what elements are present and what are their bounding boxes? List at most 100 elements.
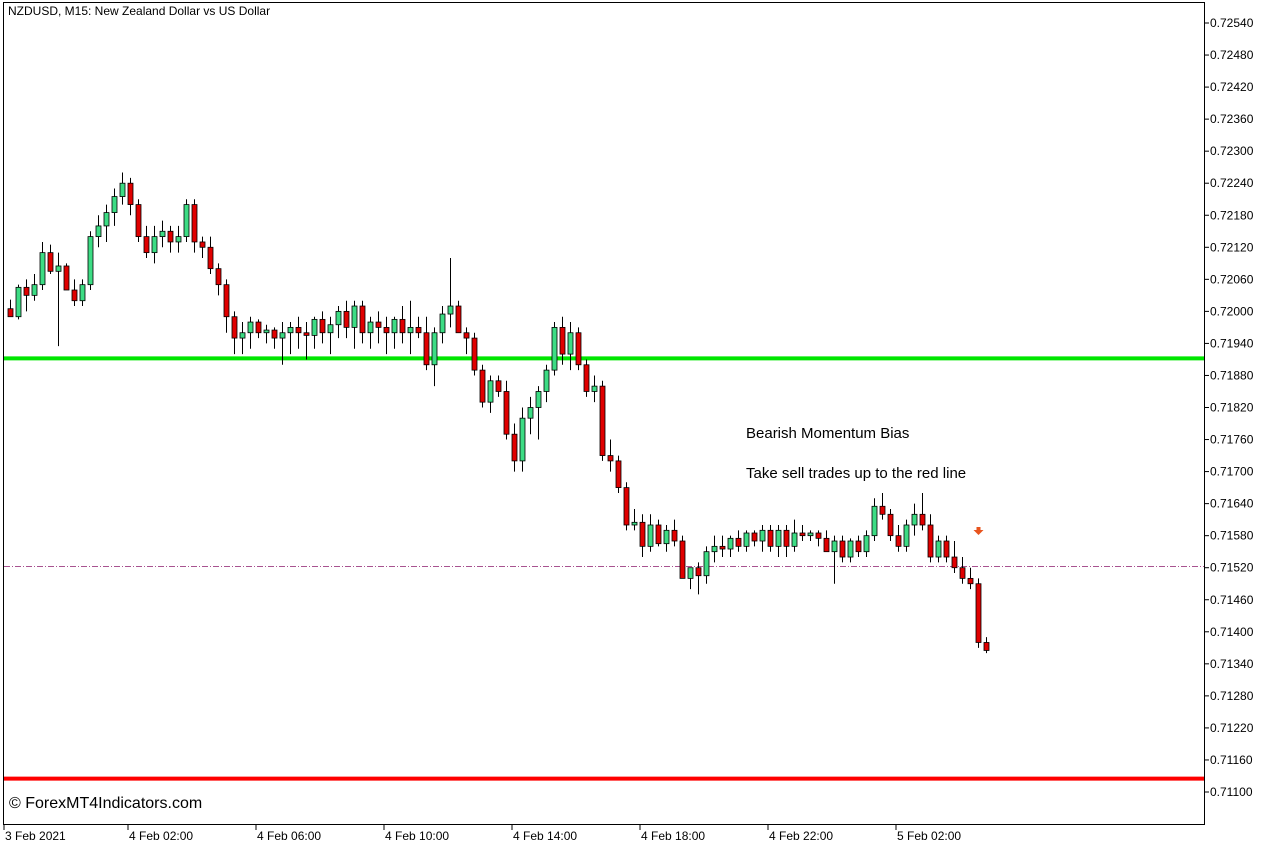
candlestick-chart: 0.72540 0.72480 0.72420 0.72360 0.72300 0.722… [0, 0, 1275, 848]
candle-body [431, 332, 438, 366]
candle-body [463, 332, 470, 339]
y-tick-label: 0.71820 [1210, 401, 1254, 415]
candle [63, 263, 70, 291]
y-tick-label: 0.71520 [1210, 561, 1254, 575]
y-tick-label: 0.72360 [1210, 112, 1254, 126]
candle-body [671, 529, 678, 542]
y-tick-label: 0.72240 [1210, 176, 1254, 190]
x-tick-label: 4 Feb 22:00 [769, 829, 833, 843]
candle-body [591, 385, 598, 392]
candle-body [263, 329, 270, 334]
candle-body [55, 265, 62, 272]
candle [583, 359, 590, 397]
y-tick-label: 0.71760 [1210, 433, 1254, 447]
candle [135, 199, 142, 242]
candle-body [839, 540, 846, 558]
candle-body [207, 246, 214, 270]
x-tick-label: 4 Feb 14:00 [513, 829, 577, 843]
candle-body [303, 332, 310, 336]
y-tick-label: 0.71700 [1210, 465, 1254, 479]
candle-body [559, 326, 566, 355]
chart-area: 0.72540 0.72480 0.72420 0.72360 0.72300 0.722… [0, 0, 1275, 848]
candle-body [775, 529, 782, 547]
y-tick-label: 0.72060 [1210, 272, 1254, 286]
candle-body [103, 212, 110, 227]
candle-body [655, 524, 662, 545]
candle-body [423, 332, 430, 366]
candle [615, 455, 622, 493]
candle-body [679, 540, 686, 579]
candle-body [95, 225, 102, 238]
candle-body [607, 455, 614, 462]
candle-body [407, 326, 414, 334]
candle-body [903, 524, 910, 547]
candle-body [119, 182, 126, 197]
x-tick-label: 4 Feb 10:00 [385, 829, 449, 843]
candle-body [215, 268, 222, 286]
candle [679, 535, 686, 579]
candle-body [375, 321, 382, 328]
watermark: © ForexMT4Indicators.com [9, 795, 203, 812]
candle-body [847, 540, 854, 558]
y-tick-label: 0.71400 [1210, 625, 1254, 639]
candle-body [31, 284, 38, 296]
candle-body [399, 318, 406, 334]
candle-body [231, 316, 238, 339]
candle-body [935, 540, 942, 558]
chart-title: NZDUSD, M15: New Zealand Dollar vs US Do… [8, 4, 271, 18]
y-tick-label: 0.72180 [1210, 208, 1254, 222]
candle-body [63, 265, 70, 291]
candle-body [687, 567, 694, 579]
candle-body [183, 204, 190, 238]
candle-body [167, 230, 174, 243]
candle-body [295, 326, 302, 334]
candle [623, 482, 630, 531]
y-tick-label: 0.71940 [1210, 336, 1254, 350]
candle-body [967, 577, 974, 585]
candle-body [799, 532, 806, 537]
candle-body [319, 318, 326, 334]
candle-body [359, 305, 366, 334]
candle-body [599, 385, 606, 456]
candle-body [439, 313, 446, 334]
candle-body [111, 196, 118, 213]
candle-body [47, 252, 54, 272]
candle-body [455, 305, 462, 334]
candle-body [479, 369, 486, 403]
candle-body [615, 460, 622, 489]
candle-body [127, 182, 134, 205]
candle-body [391, 318, 398, 334]
candle [599, 380, 606, 461]
candle-body [135, 204, 142, 238]
candle-body [71, 289, 78, 302]
candle-body [527, 407, 534, 419]
candle [551, 322, 558, 376]
annotation-bias: Bearish Momentum Bias [746, 425, 910, 442]
candle-body [7, 308, 14, 318]
candle-body [311, 318, 318, 336]
candle-body [767, 529, 774, 547]
candle-body [863, 535, 870, 553]
candle-body [143, 236, 150, 254]
candle-body [783, 529, 790, 547]
y-tick-label: 0.72420 [1210, 80, 1254, 94]
y-tick-label: 0.72540 [1210, 16, 1254, 30]
candle-body [519, 417, 526, 462]
candle-body [495, 380, 502, 392]
candle-body [759, 529, 766, 542]
candle-body [623, 487, 630, 526]
candle-body [727, 537, 734, 550]
y-tick-label: 0.71100 [1210, 785, 1253, 799]
y-tick-label: 0.71880 [1210, 368, 1254, 382]
candle-body [247, 321, 254, 334]
candle-body [703, 551, 710, 577]
candle-body [383, 326, 390, 334]
y-tick-label: 0.71640 [1210, 497, 1254, 511]
candle-body [271, 329, 278, 339]
y-tick-label: 0.72480 [1210, 48, 1254, 62]
candle-body [711, 545, 718, 553]
candle-body [879, 505, 886, 515]
candle-body [751, 532, 758, 542]
candle-body [823, 537, 830, 553]
candle [15, 284, 22, 320]
